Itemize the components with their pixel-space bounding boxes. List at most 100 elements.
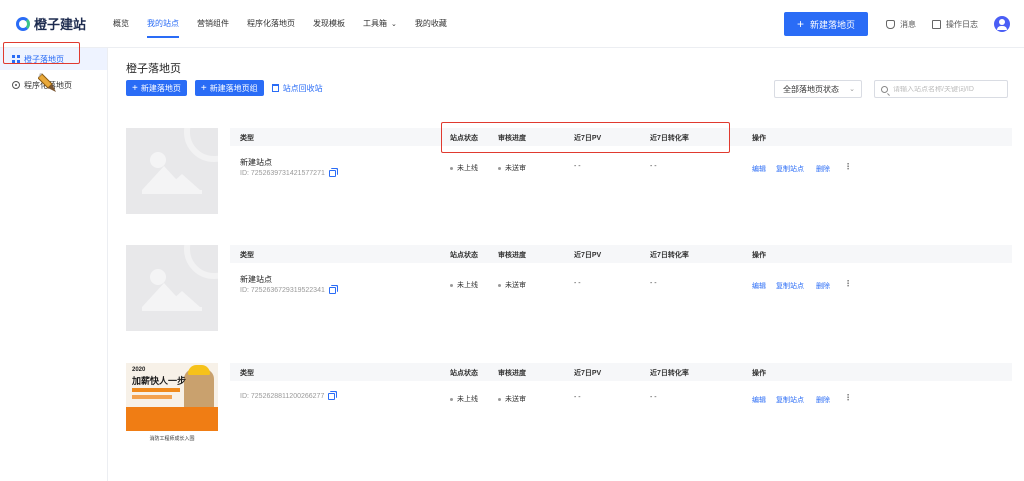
delete-link[interactable]: 删除: [816, 281, 830, 291]
review-status-text: 未送审: [505, 396, 526, 403]
site-thumbnail[interactable]: [126, 245, 218, 331]
site-id: ID: 7252636729319522341: [240, 287, 336, 294]
search-input[interactable]: [893, 85, 1003, 93]
nav-overview[interactable]: 概览: [104, 0, 138, 48]
edit-link[interactable]: 编辑: [752, 395, 766, 405]
chevron-down-icon: ⌄: [391, 20, 397, 28]
new-page-button[interactable]: + 新建落地页: [126, 80, 187, 96]
new-page-label: 新建落地页: [140, 83, 181, 93]
nav-programmatic-pages[interactable]: 程序化落地页: [238, 0, 304, 48]
top-bar: 橙子建站 概览 我的站点 营销组件 程序化落地页 发现模板 工具箱 ⌄ 我的收藏…: [0, 0, 1024, 48]
search-icon: [881, 85, 888, 93]
more-icon[interactable]: ⋮: [844, 393, 852, 402]
plus-icon: +: [132, 82, 138, 94]
review-status-text: 未送审: [505, 165, 526, 172]
promo-banner: [126, 407, 218, 431]
nav-marketing-components[interactable]: 营销组件: [188, 0, 238, 48]
search-box[interactable]: [874, 80, 1008, 98]
nav-toolbox-label: 工具箱: [363, 19, 387, 28]
highlight-box-sidebar: [3, 42, 80, 64]
new-landing-page-button[interactable]: + 新建落地页: [784, 12, 868, 36]
cvr-value: - -: [650, 163, 657, 170]
review-status: 未送审: [498, 163, 526, 173]
target-icon: [12, 81, 20, 89]
site-id-text: ID: 7252636729319522341: [240, 287, 325, 294]
table-header: 类型 站点状态 审核进度 近7日PV 近7日转化率 操作: [230, 363, 1012, 381]
status-filter-select[interactable]: 全部落地页状态 ⌄: [774, 80, 862, 98]
cvr-value: - -: [650, 280, 657, 287]
copy-icon[interactable]: [328, 170, 336, 177]
site-name[interactable]: 新建站点: [240, 274, 272, 285]
highlight-box-columns: [441, 122, 730, 153]
site-thumbnail[interactable]: [126, 128, 218, 214]
nav-favorites[interactable]: 我的收藏: [406, 0, 456, 48]
helmet-image: [188, 365, 210, 375]
user-avatar[interactable]: [994, 16, 1010, 32]
site-status: 未上线: [450, 163, 478, 173]
col-status: 站点状态: [450, 370, 478, 377]
col-review: 审核进度: [498, 252, 526, 259]
site-card: 类型 站点状态 审核进度 近7日PV 近7日转化率 操作 新建站点 ID: 72…: [126, 245, 1024, 337]
pv-value: - -: [574, 394, 581, 401]
logo-text: 橙子建站: [34, 17, 87, 32]
site-thumbnail[interactable]: 2020 加薪快人一步 消防工程师成长入围: [126, 363, 218, 449]
col-ops: 操作: [752, 135, 766, 142]
delete-link[interactable]: 删除: [816, 395, 830, 405]
more-icon[interactable]: ⋮: [844, 279, 852, 288]
cvr-value: - -: [650, 394, 657, 401]
nav-discover-templates[interactable]: 发现模板: [304, 0, 354, 48]
plus-icon: +: [796, 17, 804, 31]
review-status-text: 未送审: [505, 282, 526, 289]
more-icon[interactable]: ⋮: [844, 162, 852, 171]
copy-site-link[interactable]: 复制站点: [776, 164, 804, 174]
nav-my-sites[interactable]: 我的站点: [138, 0, 188, 48]
col-cvr: 近7日转化率: [650, 370, 689, 377]
review-status: 未送审: [498, 280, 526, 290]
col-type: 类型: [240, 370, 254, 377]
site-status-text: 未上线: [457, 282, 478, 289]
col-ops: 操作: [752, 252, 766, 259]
site-status: 未上线: [450, 394, 478, 404]
site-table: 类型 站点状态 审核进度 近7日PV 近7日转化率 操作 新建站点 ID: 72…: [230, 245, 1012, 294]
col-review: 审核进度: [498, 370, 526, 377]
copy-icon[interactable]: [328, 393, 336, 400]
sidebar: 橙子落地页 程序化落地页: [0, 48, 108, 481]
site-id-text: ID: 7252639731421577271: [240, 170, 325, 177]
pv-value: - -: [574, 163, 581, 170]
document-icon: [932, 19, 941, 29]
new-page-group-button[interactable]: + 新建落地页组: [194, 80, 264, 96]
edit-link[interactable]: 编辑: [752, 281, 766, 291]
site-id: ID: 7252639731421577271: [240, 170, 336, 177]
new-page-group-label: 新建落地页组: [209, 83, 258, 93]
delete-link[interactable]: 删除: [816, 164, 830, 174]
operation-log-label: 操作日志: [946, 19, 978, 29]
col-type: 类型: [240, 135, 254, 142]
copy-icon[interactable]: [328, 287, 336, 294]
logo[interactable]: 橙子建站: [16, 14, 104, 33]
promo-title: 加薪快人一步: [132, 376, 187, 386]
main-content: 橙子落地页 + 新建落地页 + 新建落地页组 站点回收站 全部落地页状态 ⌄ 类…: [110, 48, 1024, 481]
copy-site-link[interactable]: 复制站点: [776, 395, 804, 405]
site-id-text: ID: 7252628811200266277: [240, 393, 325, 400]
messages-link[interactable]: 消息: [886, 19, 916, 30]
plus-icon: +: [200, 82, 207, 94]
bell-icon: [886, 19, 895, 29]
col-cvr: 近7日转化率: [650, 252, 689, 259]
promo-year: 2020: [132, 367, 146, 373]
promo-footer-text: 消防工程师成长入围: [149, 436, 195, 442]
site-name[interactable]: 新建站点: [240, 157, 272, 168]
copy-site-link[interactable]: 复制站点: [776, 281, 804, 291]
site-status-text: 未上线: [457, 165, 478, 172]
site-id: ID: 7252628811200266277: [240, 393, 336, 400]
nav-toolbox[interactable]: 工具箱 ⌄: [354, 0, 406, 48]
page-title: 橙子落地页: [126, 63, 181, 75]
col-status: 站点状态: [450, 252, 478, 259]
status-filter-value: 全部落地页状态: [783, 84, 839, 94]
main-nav: 概览 我的站点 营销组件 程序化落地页 发现模板 工具箱 ⌄ 我的收藏: [104, 0, 456, 48]
col-pv: 近7日PV: [574, 252, 602, 259]
operation-log-link[interactable]: 操作日志: [932, 19, 978, 30]
edit-link[interactable]: 编辑: [752, 164, 766, 174]
recycle-bin-link[interactable]: 站点回收站: [271, 83, 323, 94]
trash-icon: [271, 84, 279, 92]
pv-value: - -: [574, 280, 581, 287]
